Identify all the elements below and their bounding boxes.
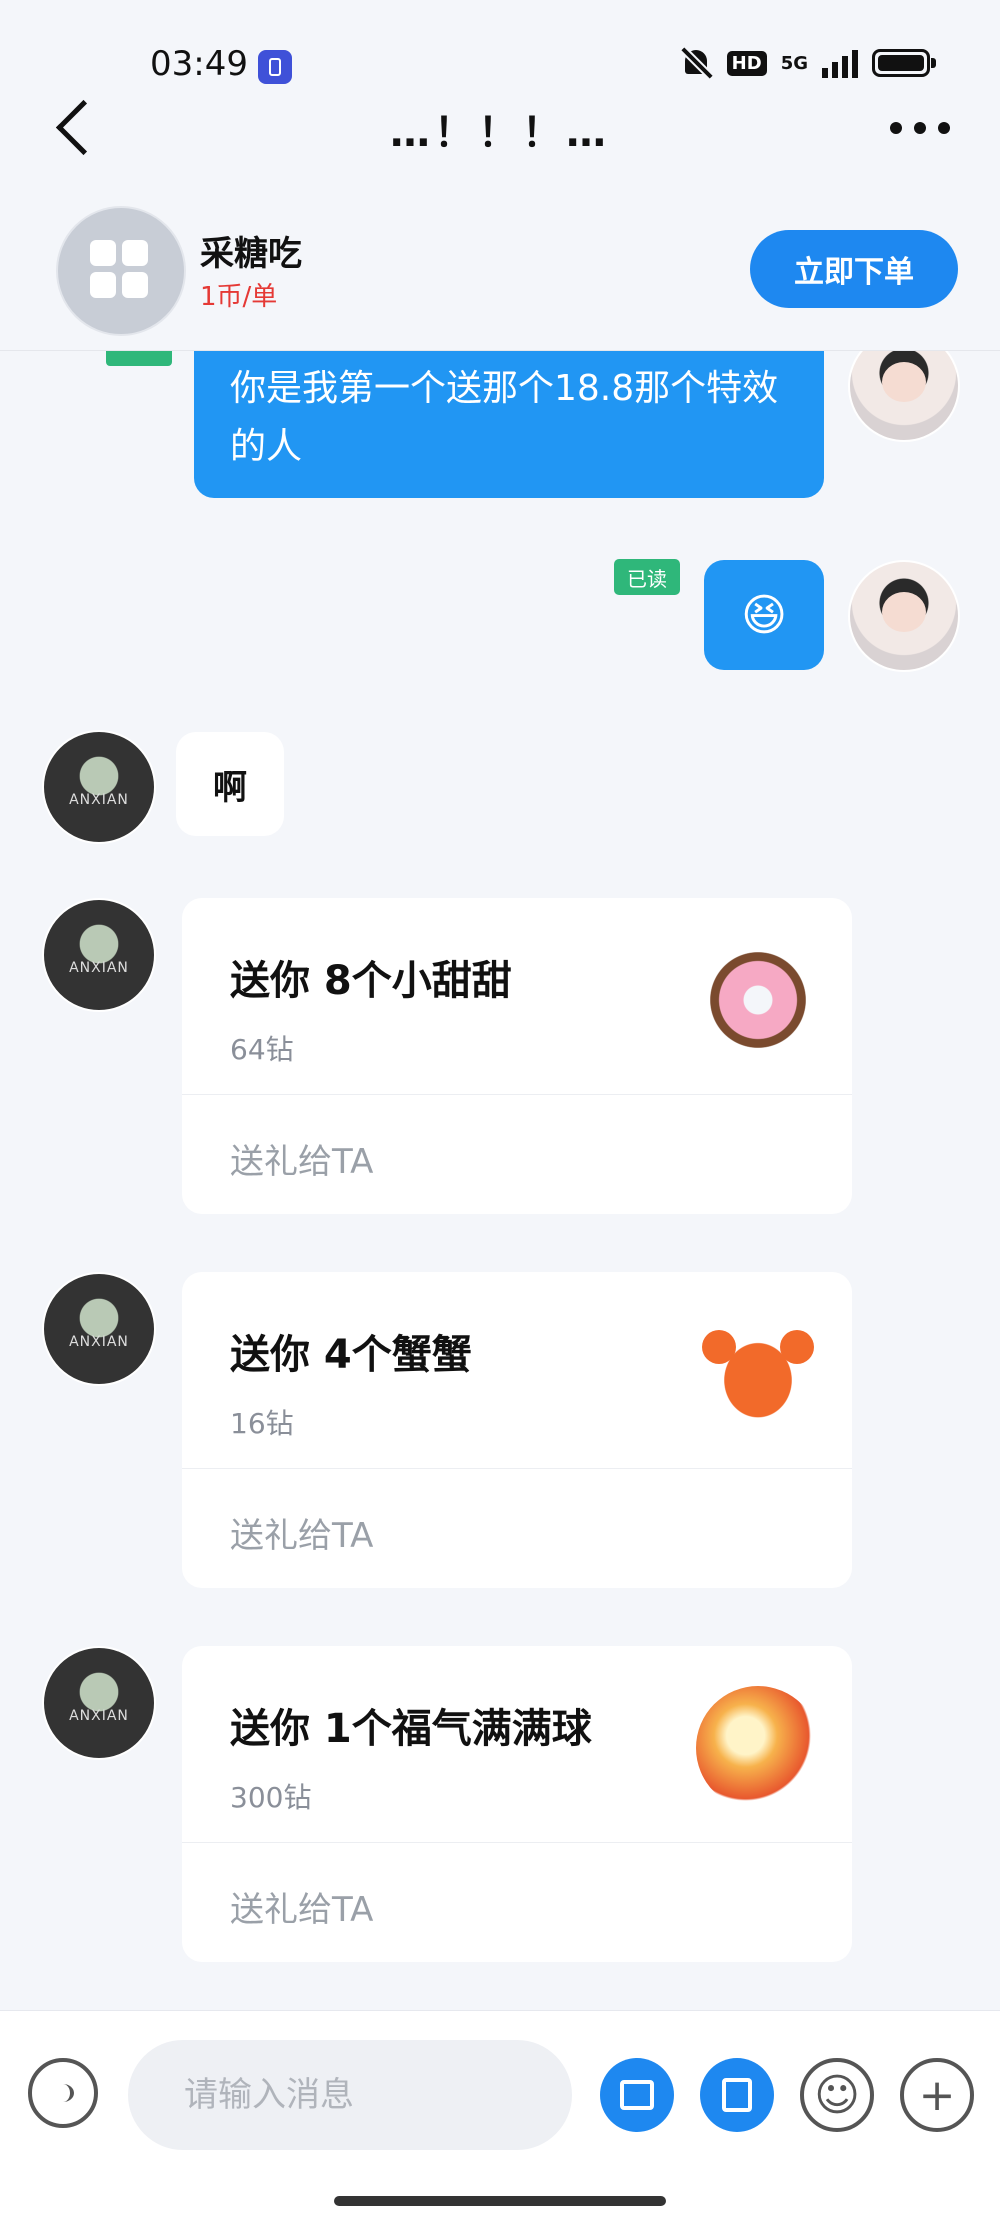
message-bubble-outgoing[interactable]: 你是我第一个送那个18.8那个特效的人	[194, 330, 824, 498]
order-now-button[interactable]: 立即下单	[750, 230, 958, 308]
gift-card: 送你 4个蟹蟹 16钻 送礼给TA	[182, 1272, 852, 1588]
message-input[interactable]	[128, 2040, 572, 2150]
gift-price: 64钻	[230, 1033, 294, 1066]
gift-title: 送你 8个小甜甜	[230, 958, 512, 1004]
divider	[182, 1468, 852, 1469]
donut-gift-icon	[696, 938, 820, 1062]
gift-title: 送你 1个福气满满球	[230, 1706, 592, 1752]
partner-avatar[interactable]: ANXIAN	[42, 730, 156, 844]
divider	[182, 1094, 852, 1095]
status-time: 03:49	[150, 44, 248, 84]
divider	[182, 1842, 852, 1843]
bell-muted-icon	[679, 46, 713, 80]
battery-icon	[872, 49, 936, 77]
gift-card: 送你 1个福气满满球 300钻 送礼给TA	[182, 1646, 852, 1962]
home-indicator[interactable]	[334, 2196, 666, 2206]
status-icons: HD 5G	[679, 46, 936, 80]
message-bubble-incoming[interactable]: 啊	[176, 732, 284, 836]
host-name: 采糖吃	[200, 234, 302, 274]
partner-avatar[interactable]: ANXIAN	[42, 1272, 156, 1386]
lucky-ball-gift-icon	[696, 1686, 820, 1810]
red-packet-icon[interactable]	[700, 2058, 774, 2132]
send-gift-button[interactable]: 送礼给TA	[230, 1508, 373, 1557]
gift-price: 300钻	[230, 1781, 312, 1814]
app-badge-icon	[258, 50, 292, 84]
network-label: 5G	[780, 52, 808, 74]
emoji-icon[interactable]: ☺	[800, 2058, 874, 2132]
send-gift-button[interactable]: 送礼给TA	[230, 1134, 373, 1183]
voice-icon[interactable]	[28, 2058, 98, 2128]
host-price: 1币/单	[200, 282, 278, 312]
plus-icon[interactable]: +	[900, 2058, 974, 2132]
crab-gift-icon	[696, 1312, 820, 1436]
signal-icon	[822, 48, 858, 78]
partner-avatar[interactable]: ANXIAN	[42, 1646, 156, 1760]
host-header: 采糖吃 1币/单 立即下单	[0, 182, 1000, 351]
message-bubble-emoji[interactable]: 😆	[704, 560, 824, 670]
hd-label: HD	[726, 50, 767, 76]
read-badge: 已读	[614, 559, 680, 595]
partner-avatar[interactable]: ANXIAN	[42, 898, 156, 1012]
gift-price: 16钻	[230, 1407, 294, 1440]
more-dots-icon[interactable]	[890, 122, 950, 136]
chat-title: …！！！…	[390, 110, 610, 156]
gift-icon[interactable]	[600, 2058, 674, 2132]
gift-card: 送你 8个小甜甜 64钻 送礼给TA	[182, 898, 852, 1214]
gift-title: 送你 4个蟹蟹	[230, 1332, 472, 1378]
send-gift-button[interactable]: 送礼给TA	[230, 1882, 373, 1931]
grid-icon	[90, 240, 148, 298]
my-avatar[interactable]	[848, 560, 960, 672]
